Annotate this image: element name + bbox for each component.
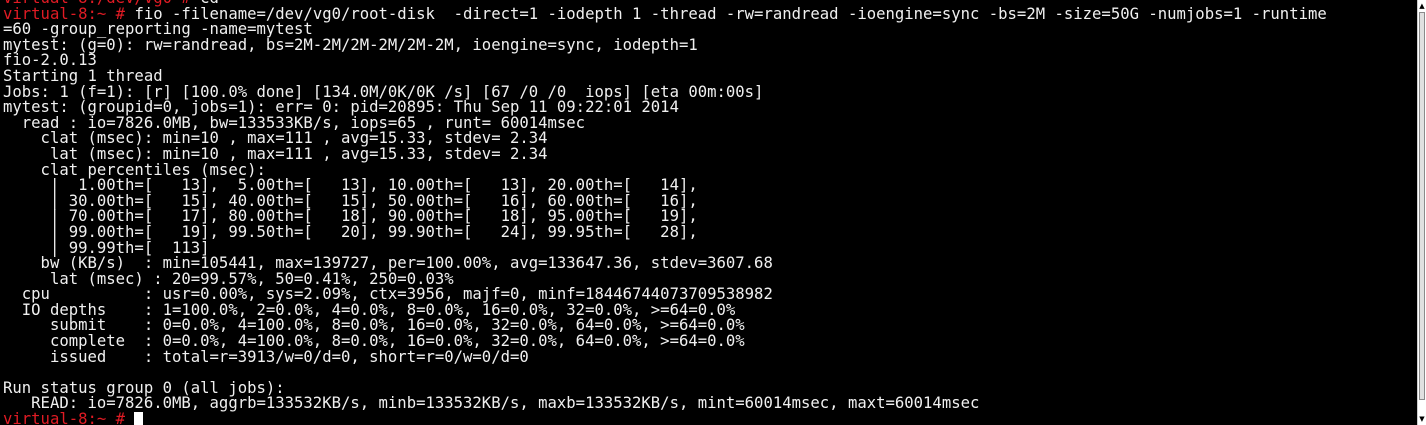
scroll-thumb[interactable]: [1419, 12, 1425, 400]
text-cursor: [134, 412, 144, 425]
output-text: mytest: (g=0): rw=randread, bs=2M-2M/2M-…: [3, 35, 698, 54]
output-text: READ: io=7826.0MB, aggrb=133532KB/s, min…: [3, 394, 980, 413]
terminal-line: READ: io=7826.0MB, aggrb=133532KB/s, min…: [3, 396, 1327, 412]
output-text: issued : total=r=3913/w=0/d=0, short=r=0…: [3, 347, 529, 366]
terminal-line: issued : total=r=3913/w=0/d=0, short=r=0…: [3, 347, 1327, 366]
terminal-output: virtual-8:/dev/vg0 # cdvirtual-8:~ # fio…: [3, 0, 1327, 425]
command-text: fio -filename=/dev/vg0/root-disk -direct…: [134, 4, 1327, 23]
vertical-scrollbar[interactable]: ▲ ▼: [1417, 0, 1426, 425]
terminal-line: virtual-8:~ #: [3, 410, 1327, 425]
shell-prompt: virtual-8:~ #: [3, 410, 135, 425]
terminal-line: fio-2.0.13: [3, 53, 1327, 69]
scroll-down-arrow-icon[interactable]: ▼: [1418, 413, 1426, 425]
scroll-up-arrow-icon[interactable]: ▲: [1418, 0, 1426, 12]
terminal-window[interactable]: virtual-8:/dev/vg0 # cdvirtual-8:~ # fio…: [0, 0, 1417, 425]
terminal-line: mytest: (g=0): rw=randread, bs=2M-2M/2M-…: [3, 35, 1327, 54]
